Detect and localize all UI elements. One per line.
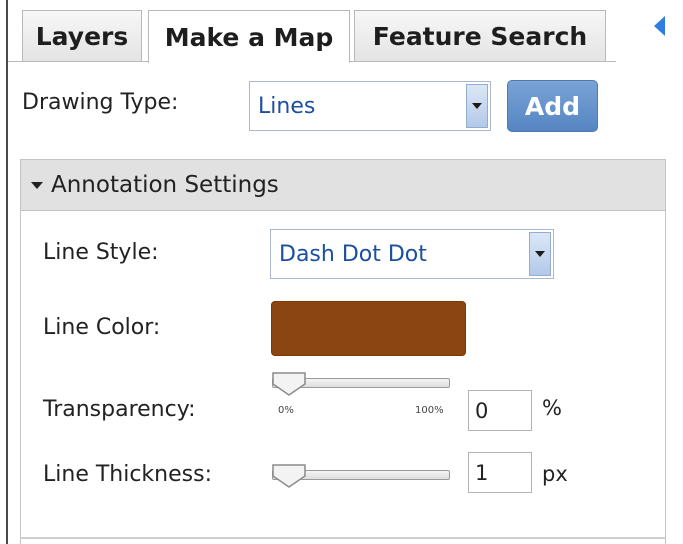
tab-make-a-map[interactable]: Make a Map xyxy=(148,10,350,63)
line-style-value: Dash Dot Dot xyxy=(279,241,427,267)
panel-bottom-divider xyxy=(20,537,666,539)
drawing-type-label: Drawing Type: xyxy=(22,90,179,115)
transparency-min-label: 0% xyxy=(278,405,294,416)
transparency-input[interactable]: 0 xyxy=(468,390,532,431)
line-style-label: Line Style: xyxy=(43,240,159,265)
annotation-settings-title: Annotation Settings xyxy=(51,172,279,198)
line-thickness-label: Line Thickness: xyxy=(43,462,212,487)
tab-label: Layers xyxy=(35,21,129,51)
caret-down-icon xyxy=(31,181,43,189)
tab-label: Make a Map xyxy=(164,22,334,52)
panel-left-border xyxy=(6,0,8,544)
transparency-max-label: 100% xyxy=(415,405,444,416)
add-button[interactable]: Add xyxy=(507,80,598,132)
drawing-type-value: Lines xyxy=(258,93,316,119)
add-button-label: Add xyxy=(524,91,581,121)
tab-feature-search[interactable]: Feature Search xyxy=(354,10,606,61)
line-style-select[interactable]: Dash Dot Dot xyxy=(270,229,554,279)
line-thickness-input[interactable]: 1 xyxy=(468,452,532,493)
triangle-left-icon[interactable] xyxy=(654,16,665,36)
transparency-label: Transparency: xyxy=(43,397,196,422)
annotation-settings-header[interactable]: Annotation Settings xyxy=(21,160,665,211)
drawing-type-select[interactable]: Lines xyxy=(249,81,491,131)
transparency-value: 0 xyxy=(475,398,489,423)
line-color-swatch[interactable] xyxy=(271,301,466,356)
chevron-down-icon[interactable] xyxy=(466,84,488,128)
transparency-unit: % xyxy=(542,396,562,420)
line-thickness-value: 1 xyxy=(475,460,489,485)
line-thickness-unit: px xyxy=(542,462,568,486)
chevron-down-icon[interactable] xyxy=(529,232,551,276)
line-color-label: Line Color: xyxy=(43,315,161,340)
tab-layers[interactable]: Layers xyxy=(22,10,142,61)
tab-label: Feature Search xyxy=(372,21,588,51)
